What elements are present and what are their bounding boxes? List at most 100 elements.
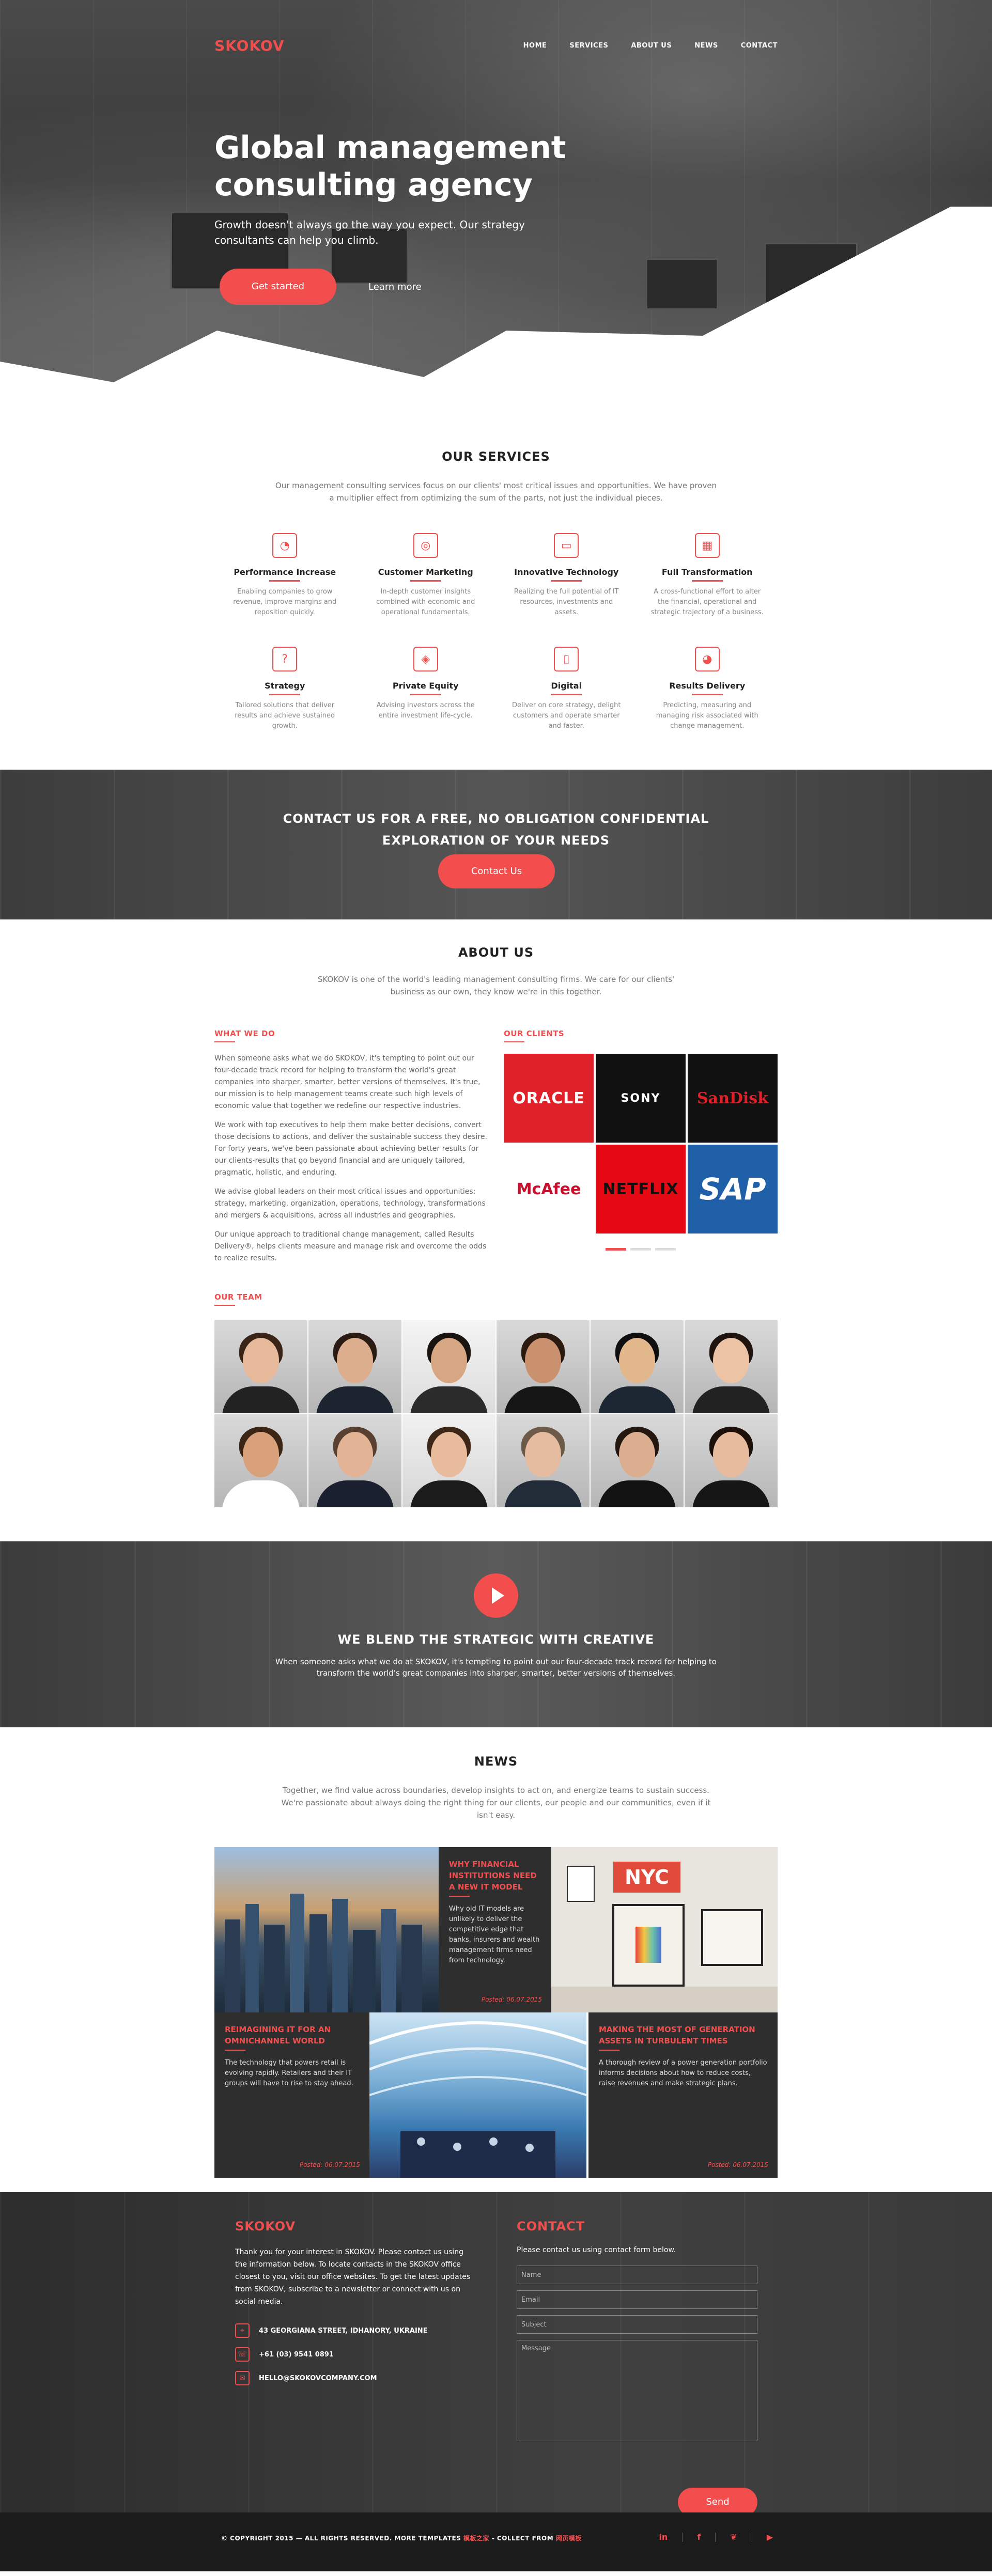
service-item: ◔ Performance Increase Enabling companie… xyxy=(214,533,355,618)
team-member-photo[interactable] xyxy=(685,1414,778,1507)
play-icon[interactable] xyxy=(474,1573,518,1618)
contact-background xyxy=(0,2192,992,2512)
services-section: OUR SERVICES Our management consulting s… xyxy=(0,449,992,770)
news-card[interactable]: MAKING THE MOST OF GENERATION ASSETS IN … xyxy=(588,2012,778,2178)
collect-link[interactable]: 网页模板 xyxy=(556,2535,582,2542)
carousel-dot[interactable] xyxy=(655,1248,676,1251)
news-card-title[interactable]: WHY FINANCIAL INSTITUTIONS NEED A NEW IT… xyxy=(449,1859,541,1897)
service-item: ? Strategy Tailored solutions that deliv… xyxy=(214,647,355,731)
nav-menu: HOME SERVICES ABOUT US NEWS CONTACT xyxy=(523,42,778,50)
what-we-do: WHAT WE DO When someone asks what we do … xyxy=(214,1029,490,1264)
client-logo-mcafee[interactable]: McAfee xyxy=(504,1145,594,1234)
news-card-title[interactable]: REIMAGINING IT FOR AN OMNICHANNEL WORLD xyxy=(225,2024,359,2051)
divider xyxy=(682,2532,683,2542)
skyline-graphic xyxy=(225,1894,422,2012)
name-field[interactable] xyxy=(517,2266,757,2284)
client-logo-netflix[interactable]: NETFLIX xyxy=(596,1145,686,1234)
about-paragraph: We advise global leaders on their most c… xyxy=(214,1188,486,1220)
email-text[interactable]: HELLO@SKOKOVCOMPANY.COM xyxy=(259,2375,377,2382)
team-title: OUR TEAM xyxy=(214,1292,778,1306)
news-card-text: Why old IT models are unlikely to delive… xyxy=(449,1905,540,1964)
nav-item-home[interactable]: HOME xyxy=(523,42,547,50)
team-member-photo[interactable] xyxy=(591,1414,684,1507)
nav-item-contact[interactable]: CONTACT xyxy=(741,42,778,50)
pie-icon: ◕ xyxy=(694,647,720,672)
client-logo-sony[interactable]: SONY xyxy=(596,1054,686,1143)
service-text: Realizing the full potential of IT resou… xyxy=(514,588,619,616)
client-logo-oracle[interactable]: ORACLE xyxy=(504,1054,594,1143)
youtube-icon[interactable]: ▶ xyxy=(767,2532,773,2542)
target-icon: ◎ xyxy=(413,533,438,558)
about-columns: WHAT WE DO When someone asks what we do … xyxy=(214,1029,778,1264)
contact-section: SKOKOV Thank you for your interest in SK… xyxy=(0,2192,992,2512)
news-card[interactable]: REIMAGINING IT FOR AN OMNICHANNEL WORLD … xyxy=(214,2012,369,2178)
news-section: NEWS Together, we find value across boun… xyxy=(0,1727,992,2192)
twitter-icon[interactable]: ❦ xyxy=(730,2532,737,2542)
carousel-dots xyxy=(504,1248,778,1251)
service-item: ◈ Private Equity Advising investors acro… xyxy=(355,647,497,731)
team-member-photo[interactable] xyxy=(591,1320,684,1413)
team-member-photo[interactable] xyxy=(685,1320,778,1413)
team-member-photo[interactable] xyxy=(497,1320,590,1413)
service-title: Performance Increase xyxy=(227,567,343,582)
cta-title-line2: EXPLORATION OF YOUR NEEDS xyxy=(382,833,610,848)
shelf xyxy=(551,1987,778,2012)
subject-field[interactable] xyxy=(517,2315,757,2334)
carousel-dot[interactable] xyxy=(630,1248,651,1251)
team-member-photo[interactable] xyxy=(402,1320,495,1413)
email-field[interactable] xyxy=(517,2290,757,2309)
nav-item-news[interactable]: NEWS xyxy=(694,42,718,50)
phone-icon: ▯ xyxy=(554,647,579,672)
news-intro: Together, we find value across boundarie… xyxy=(281,1786,711,1820)
poster-frame xyxy=(567,1866,595,1902)
nyc-poster: NYC xyxy=(613,1862,680,1893)
nav-item-services[interactable]: SERVICES xyxy=(569,42,608,50)
facebook-icon[interactable]: f xyxy=(697,2532,701,2542)
send-button[interactable]: Send xyxy=(678,2488,757,2512)
client-logo-sandisk[interactable]: SanDisk xyxy=(688,1054,778,1143)
clients-grid: ORACLE SONY SanDisk McAfee NETFLIX SAP xyxy=(504,1054,778,1234)
poster-frame xyxy=(701,1909,763,1966)
poster-frame xyxy=(612,1904,685,1987)
phone-text[interactable]: +61 (03) 9541 0891 xyxy=(259,2351,334,2359)
team-member-photo[interactable] xyxy=(308,1320,401,1413)
contact-intro: Thank you for your interest in SKOKOV. P… xyxy=(235,2248,471,2306)
about-paragraph: When someone asks what we do SKOKOV, it'… xyxy=(214,1054,481,1110)
team-member-photo[interactable] xyxy=(308,1414,401,1507)
news-grid: WHY FINANCIAL INSTITUTIONS NEED A NEW IT… xyxy=(214,1847,778,2178)
client-logo-sap[interactable]: SAP xyxy=(688,1145,778,1234)
linkedin-icon[interactable]: in xyxy=(659,2532,668,2542)
service-title: Full Transformation xyxy=(649,567,766,582)
news-image-city[interactable] xyxy=(214,1847,439,2012)
carousel-dot[interactable] xyxy=(606,1248,626,1251)
service-text: Deliver on core strategy, delight custom… xyxy=(512,701,621,730)
question-icon: ? xyxy=(272,647,298,672)
divider xyxy=(715,2532,716,2542)
team-member-photo[interactable] xyxy=(214,1320,307,1413)
collect-text: - COLLECT FROM xyxy=(491,2535,554,2542)
service-title: Customer Marketing xyxy=(368,567,484,582)
nav-item-about[interactable]: ABOUT US xyxy=(631,42,672,50)
video-section: WE BLEND THE STRATEGIC WITH CREATIVE Whe… xyxy=(0,1541,992,1727)
what-we-do-title: WHAT WE DO xyxy=(214,1029,490,1042)
news-image-wall[interactable]: NYC xyxy=(551,1847,778,2012)
contact-form-intro: Please contact us using contact form bel… xyxy=(517,2246,676,2254)
logo[interactable]: SKOKOV xyxy=(214,37,285,54)
news-card-title[interactable]: MAKING THE MOST OF GENERATION ASSETS IN … xyxy=(599,2024,767,2051)
news-card[interactable]: WHY FINANCIAL INSTITUTIONS NEED A NEW IT… xyxy=(439,1847,551,2012)
about-intro: SKOKOV is one of the world's leading man… xyxy=(317,975,675,996)
news-card-date: Posted: 06.07.2015 xyxy=(481,1996,542,2003)
our-clients: OUR CLIENTS ORACLE SONY SanDisk McAfee N… xyxy=(504,1029,778,1264)
message-field[interactable] xyxy=(517,2340,757,2441)
service-item: ▦ Full Transformation A cross-functional… xyxy=(637,533,778,618)
team-member-photo[interactable] xyxy=(497,1414,590,1507)
news-image-atrium[interactable] xyxy=(369,2012,586,2178)
templates-link[interactable]: 模板之家 xyxy=(463,2535,489,2542)
monitor-icon: ▭ xyxy=(554,533,579,558)
news-card-date: Posted: 06.07.2015 xyxy=(299,2161,360,2168)
hero-title: Global management consulting agency xyxy=(214,130,566,203)
contact-us-button[interactable]: Contact Us xyxy=(438,854,555,888)
service-text: Tailored solutions that deliver results … xyxy=(235,701,335,730)
team-member-photo[interactable] xyxy=(402,1414,495,1507)
team-member-photo[interactable] xyxy=(214,1414,307,1507)
